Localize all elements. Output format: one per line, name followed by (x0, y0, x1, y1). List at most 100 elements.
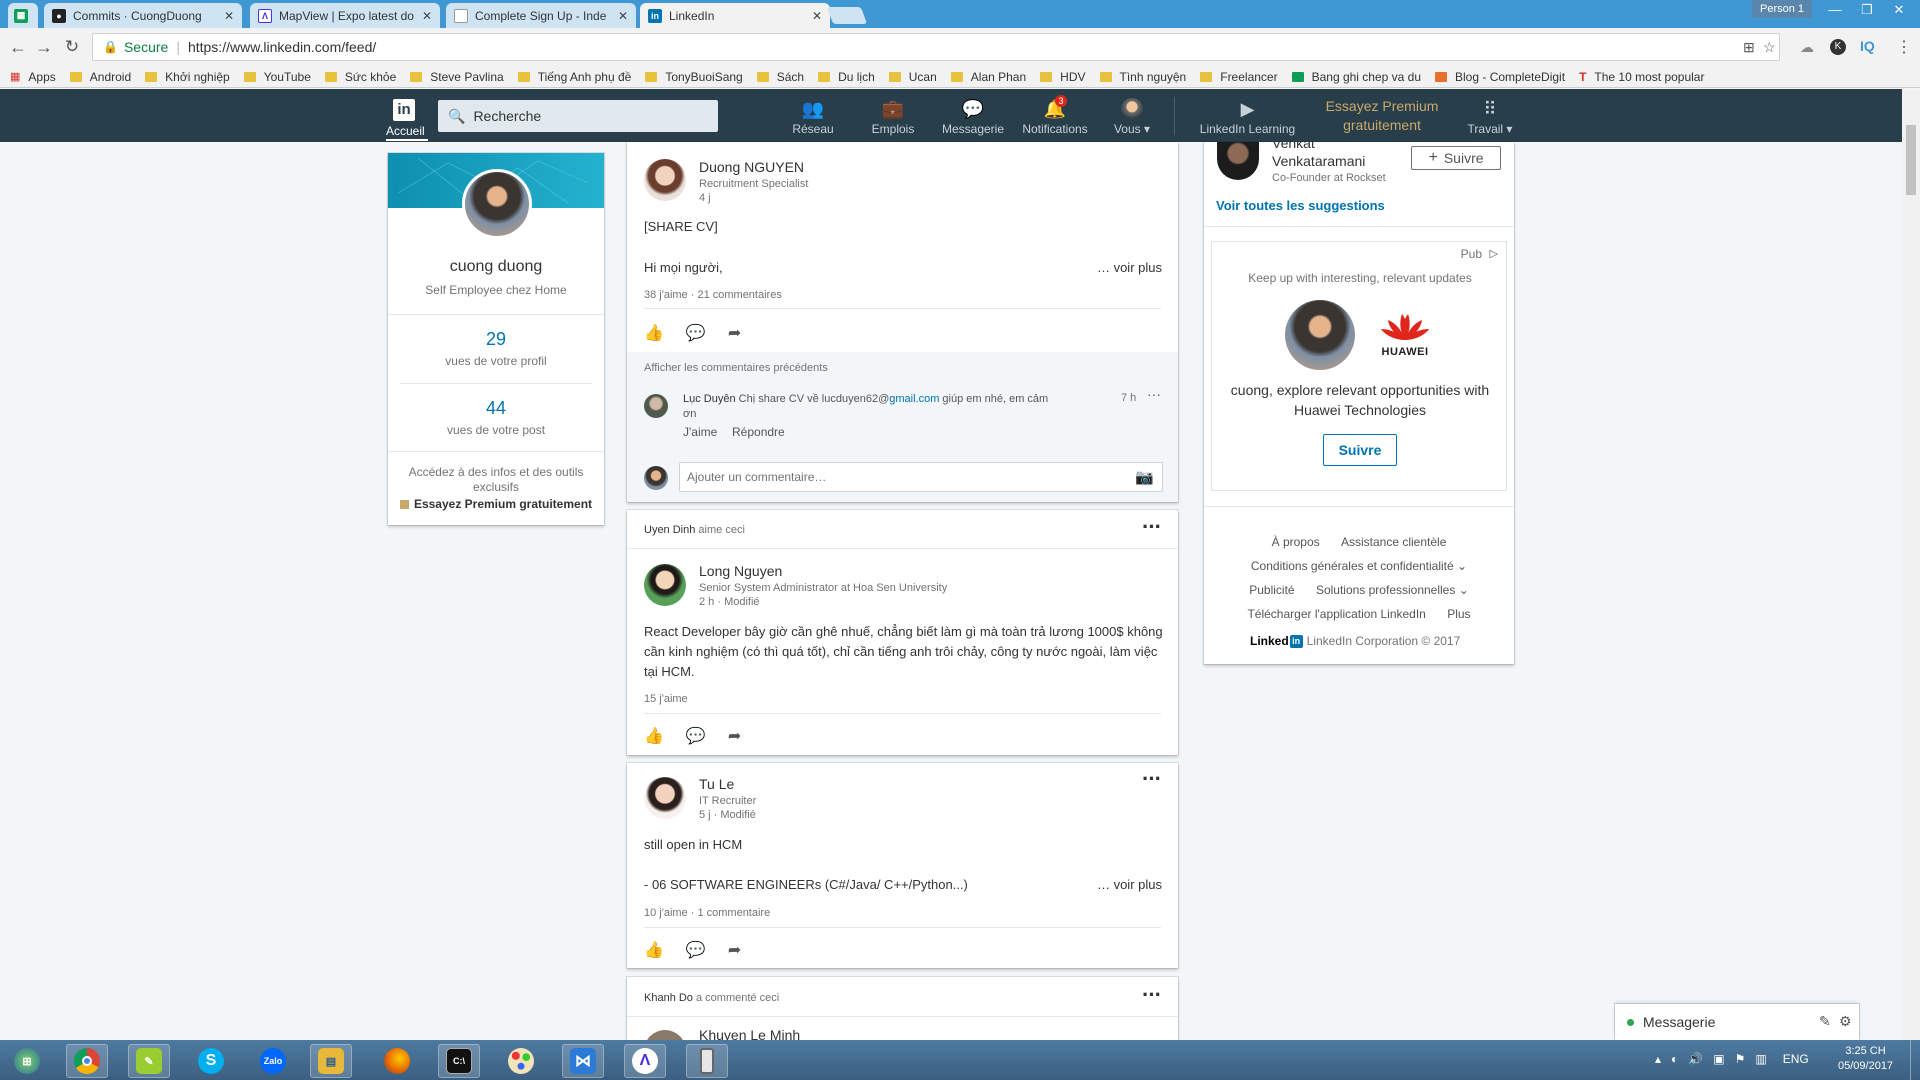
firefox-icon[interactable] (376, 1044, 418, 1078)
context-person[interactable]: Uyen Dinh (644, 524, 695, 536)
extension-iq-icon[interactable]: IQ (1860, 38, 1875, 54)
paint-icon[interactable] (500, 1044, 542, 1078)
translate-icon[interactable]: ⊞ (1743, 39, 1755, 56)
close-tab-icon[interactable]: ✕ (422, 9, 432, 23)
post-stats[interactable]: 10 j'aime · 1 commentaire (644, 906, 770, 920)
address-bar[interactable]: 🔒 Secure | https://www.linkedin.com/feed… (92, 33, 1780, 61)
avatar[interactable] (644, 777, 686, 819)
nav-me[interactable]: Vous ▾ (1102, 89, 1162, 142)
like-icon[interactable]: 👍 (644, 323, 664, 343)
pinned-tab[interactable]: ▦ (8, 3, 38, 28)
liked-icon[interactable]: 👍 (644, 726, 664, 746)
nav-network[interactable]: 👥 Réseau (782, 89, 844, 142)
bookmark-folder[interactable]: Sách (756, 70, 804, 84)
nav-learning[interactable]: ▶ LinkedIn Learning (1190, 89, 1305, 142)
post-stats[interactable]: 38 j'aime · 21 commentaires (644, 288, 782, 302)
messaging-panel[interactable]: Messagerie ✎ ⚙ (1615, 1004, 1859, 1040)
profile-name[interactable]: cuong duong (388, 258, 604, 276)
close-tab-icon[interactable]: ✕ (618, 9, 628, 23)
tab-complete-signup[interactable]: Complete Sign Up - Inde ✕ (446, 3, 636, 28)
bookmark-folder[interactable]: Android (69, 70, 131, 84)
premium-link[interactable]: Essayez Premium gratuitement (388, 497, 604, 511)
comment-icon[interactable]: 💬 (686, 323, 706, 343)
footer-link[interactable]: À propos (1272, 535, 1320, 549)
bookmark-link[interactable]: Blog - CompleteDigit (1435, 70, 1565, 84)
bookmark-folder[interactable]: Du lịch (818, 70, 875, 84)
bookmark-link[interactable]: T The 10 most popular (1579, 70, 1704, 84)
bookmark-folder[interactable]: Steve Pavlina (410, 70, 504, 84)
extension-icon[interactable]: ☁ (1800, 39, 1814, 56)
start-orb-icon[interactable]: ⊞ (6, 1044, 48, 1078)
scrollbar-thumb[interactable] (1906, 125, 1916, 195)
forward-icon[interactable]: → (34, 37, 54, 57)
bookmark-folder[interactable]: Sức khỏe (324, 70, 396, 84)
show-desktop-button[interactable] (1910, 1040, 1920, 1080)
menu-kebab-icon[interactable]: ⋮ (1896, 37, 1912, 57)
bookmark-folder[interactable]: YouTube (243, 70, 311, 84)
post-stats[interactable]: 15 j'aime (644, 692, 688, 706)
bookmark-folder[interactable]: Tiếng Anh phụ đề (517, 70, 631, 84)
share-icon[interactable]: ➦ (728, 726, 741, 746)
comment-icon[interactable]: 💬 (686, 726, 706, 746)
follow-button[interactable]: + Suivre (1411, 146, 1501, 170)
footer-link[interactable]: Télécharger l'application LinkedIn (1247, 607, 1425, 621)
tab-linkedin[interactable]: in LinkedIn ✕ (640, 3, 830, 28)
avatar[interactable] (644, 159, 686, 201)
like-icon[interactable]: 👍 (644, 940, 664, 960)
suggestion-name[interactable]: Venkat Venkataramani (1272, 142, 1412, 176)
comment-input[interactable]: Ajouter un commentaire… 📷 (679, 462, 1163, 492)
settings-gear-icon[interactable]: ⚙ (1839, 1013, 1852, 1030)
footer-link[interactable]: Assistance clientèle (1341, 535, 1446, 549)
avatar[interactable] (462, 169, 532, 239)
comment-icon[interactable]: 💬 (686, 940, 706, 960)
action-center-icon[interactable]: ⚑ (1735, 1052, 1746, 1066)
search-input[interactable]: 🔍 Recherche (438, 100, 718, 132)
bookmark-folder[interactable]: Tình nguyện (1099, 70, 1186, 84)
footer-link[interactable]: Solutions professionnelles (1316, 583, 1455, 597)
profile-button[interactable]: Person 1 (1752, 0, 1812, 18)
network-icon[interactable]: ▥ (1755, 1052, 1766, 1066)
linkedin-logo-icon[interactable]: in (393, 99, 415, 121)
tab-commits[interactable]: ● Commits · CuongDuong ✕ (44, 3, 242, 28)
comment-author[interactable]: Lục Duyên (683, 393, 736, 405)
profile-views-count[interactable]: 29 (388, 329, 604, 350)
maximize-icon[interactable]: ❐ (1852, 0, 1882, 20)
ad-choices-icon[interactable]: ▷ (1490, 247, 1498, 260)
bookmark-star-icon[interactable]: ☆ (1763, 39, 1776, 56)
share-icon[interactable]: ➦ (728, 323, 741, 343)
nav-messaging[interactable]: 💬 Messagerie (938, 89, 1008, 142)
more-options-icon[interactable]: ··· (1142, 516, 1162, 538)
skype-icon[interactable]: S (190, 1044, 232, 1078)
more-options-icon[interactable]: ··· (1142, 768, 1162, 790)
cmd-icon[interactable]: C:\ (438, 1044, 480, 1078)
camera-icon[interactable]: 📷 (1135, 468, 1154, 486)
post-author-name[interactable]: Tu Le (699, 776, 734, 792)
post-author-name[interactable]: Duong NGUYEN (699, 159, 804, 175)
bookmark-folder[interactable]: Ucan (888, 70, 937, 84)
page-scrollbar[interactable] (1902, 89, 1920, 1040)
bookmark-folder[interactable]: HDV (1040, 70, 1086, 84)
see-all-suggestions-link[interactable]: Voir toutes les suggestions (1216, 198, 1385, 213)
extension-k-icon[interactable]: K (1830, 39, 1846, 55)
post-author-name[interactable]: Long Nguyen (699, 563, 782, 579)
avatar[interactable] (644, 1030, 686, 1040)
avatar[interactable] (644, 394, 668, 418)
vscode-icon[interactable]: ⋈ (562, 1044, 604, 1078)
tab-mapview[interactable]: Λ MapView | Expo latest do ✕ (250, 3, 440, 28)
footer-link[interactable]: Publicité (1249, 583, 1294, 597)
see-more-link[interactable]: … voir plus (1097, 877, 1162, 892)
ad-follow-button[interactable]: Suivre (1323, 434, 1397, 466)
nav-work[interactable]: ⠿ Travail ▾ (1462, 89, 1518, 142)
minimize-icon[interactable]: — (1820, 0, 1850, 20)
footer-link[interactable]: Plus (1447, 607, 1470, 621)
chrome-icon[interactable] (66, 1044, 108, 1078)
nav-jobs[interactable]: 💼 Emplois (862, 89, 924, 142)
language-indicator[interactable]: ENG (1783, 1052, 1809, 1066)
volume-icon[interactable]: 🔊 (1688, 1052, 1703, 1066)
comment-more-icon[interactable]: ··· (1147, 386, 1161, 402)
share-icon[interactable]: ➦ (728, 940, 741, 960)
context-person[interactable]: Khanh Do (644, 992, 693, 1004)
comment-reply-button[interactable]: Répondre (732, 425, 785, 439)
close-tab-icon[interactable]: ✕ (224, 9, 234, 23)
tray-expand-icon[interactable]: ▴ (1655, 1052, 1661, 1066)
